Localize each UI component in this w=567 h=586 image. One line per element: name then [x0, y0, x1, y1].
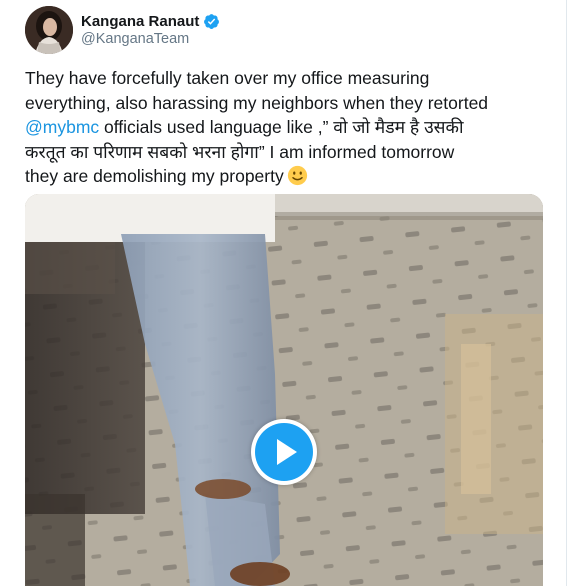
video-player[interactable]: [25, 194, 543, 586]
display-name[interactable]: Kangana Ranaut: [81, 13, 199, 30]
author-name-row: Kangana Ranaut: [81, 11, 220, 31]
video-thumbnail: [25, 194, 543, 586]
tweet-line-rest: officials used language like ,” वो जो मै…: [99, 117, 464, 137]
tweet-line-text: they are demolishing my property: [25, 166, 284, 186]
mention-link[interactable]: @mybmc: [25, 117, 99, 137]
play-icon: [277, 439, 297, 465]
tweet-card: Kangana Ranaut @KanganaTeam They have fo…: [0, 0, 567, 586]
tweet-text: They have forcefully taken over my offic…: [25, 66, 545, 189]
slightly-smiling-face-icon: [287, 165, 308, 186]
tweet-line: करतूत का परिणाम सबको भरना होगा” I am inf…: [25, 141, 455, 162]
handle[interactable]: @KanganaTeam: [81, 31, 189, 47]
avatar[interactable]: [25, 6, 73, 54]
tweet-line: everything, also harassing my neighbors …: [25, 92, 489, 113]
tweet-line: @mybmc officials used language like ,” व…: [25, 115, 545, 140]
verified-badge-icon: [203, 13, 220, 30]
tweet-line: They have forcefully taken over my offic…: [25, 68, 430, 88]
tweet-line: they are demolishing my property: [25, 164, 545, 189]
play-button[interactable]: [251, 419, 317, 485]
profile-photo-icon: [25, 6, 73, 54]
play-button-fill: [255, 423, 313, 481]
